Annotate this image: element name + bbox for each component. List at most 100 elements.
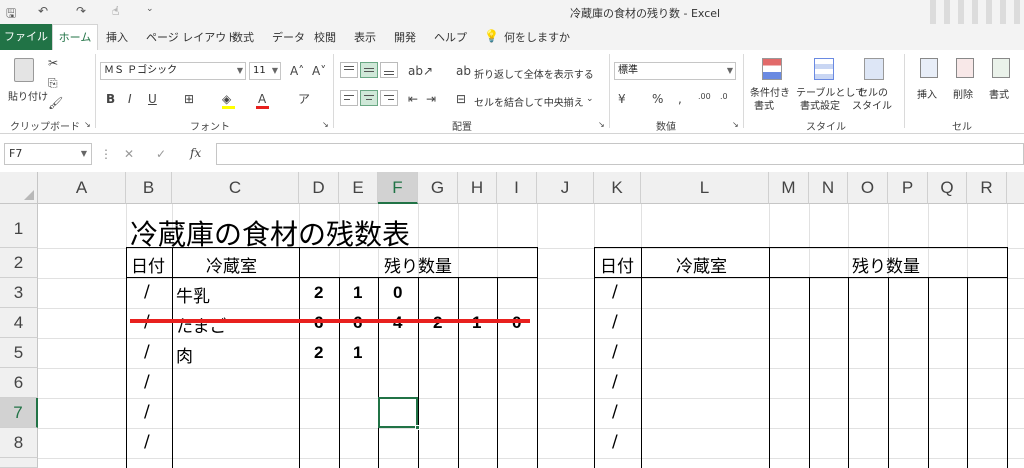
- paste-button[interactable]: 貼り付け: [8, 56, 48, 106]
- increase-decimal-icon[interactable]: .00: [698, 90, 711, 104]
- fill-color-icon[interactable]: ◈: [222, 92, 231, 106]
- font-name-select[interactable]: ＭＳ Ｐゴシック ▼: [100, 62, 246, 80]
- column-header-i[interactable]: I: [497, 172, 537, 204]
- row-header-partial[interactable]: [0, 458, 38, 468]
- date-slash: /: [612, 372, 618, 392]
- tab-developer[interactable]: 開発: [394, 29, 416, 45]
- tab-formulas[interactable]: 数式: [232, 29, 254, 45]
- fill-handle[interactable]: [415, 425, 420, 430]
- dialog-launcher-icon[interactable]: ↘: [732, 118, 739, 132]
- row-header-8[interactable]: 8: [0, 428, 38, 458]
- borders-icon[interactable]: ⊞: [184, 92, 194, 106]
- row-header-3[interactable]: 3: [0, 278, 38, 308]
- delete-cells-button[interactable]: 削除: [948, 56, 982, 112]
- enter-icon[interactable]: ✓: [156, 147, 166, 161]
- touch-mode-icon[interactable]: ☝: [112, 4, 119, 18]
- comma-icon[interactable]: ,: [678, 92, 682, 106]
- decrease-indent-icon[interactable]: ⇤: [408, 92, 418, 106]
- phonetic-icon[interactable]: ア: [298, 92, 310, 106]
- column-header-m[interactable]: M: [769, 172, 809, 204]
- percent-icon[interactable]: %: [652, 92, 663, 106]
- cell-styles-button[interactable]: セルの スタイル: [852, 56, 898, 112]
- tab-insert[interactable]: 挿入: [106, 29, 128, 45]
- row-header-4[interactable]: 4: [0, 308, 38, 338]
- font-size-select[interactable]: 11 ▼: [249, 62, 281, 80]
- format-as-table-button[interactable]: テーブルとして 書式設定: [796, 56, 865, 112]
- align-middle-button[interactable]: [360, 62, 378, 78]
- name-box[interactable]: F7 ▼: [4, 143, 92, 165]
- currency-icon[interactable]: ¥: [618, 92, 626, 106]
- tab-view[interactable]: 表示: [354, 29, 376, 45]
- dialog-launcher-icon[interactable]: ↘: [598, 118, 605, 132]
- save-icon[interactable]: 🖫: [6, 4, 16, 25]
- align-left-button[interactable]: [340, 90, 358, 106]
- align-top-button[interactable]: [340, 62, 358, 78]
- cut-icon[interactable]: ✂: [48, 56, 58, 70]
- tab-page-layout[interactable]: ページ レイアウト: [146, 29, 237, 45]
- tab-review[interactable]: 校閲: [314, 29, 336, 45]
- format-cells-button[interactable]: 書式: [984, 56, 1018, 112]
- column-header-k[interactable]: K: [594, 172, 641, 204]
- dialog-launcher-icon[interactable]: ↘: [322, 118, 329, 132]
- font-color-icon[interactable]: A: [258, 92, 266, 106]
- column-header-o[interactable]: O: [848, 172, 888, 204]
- number-format-select[interactable]: 標準 ▼: [614, 62, 736, 80]
- align-right-button[interactable]: [380, 90, 398, 106]
- row-header-2[interactable]: 2: [0, 248, 38, 278]
- bold-button[interactable]: B: [106, 92, 115, 106]
- column-header-e[interactable]: E: [339, 172, 378, 204]
- tab-help[interactable]: ヘルプ: [434, 29, 467, 45]
- column-header-r[interactable]: R: [967, 172, 1007, 204]
- column-header-b[interactable]: B: [126, 172, 172, 204]
- decrease-decimal-icon[interactable]: .0: [720, 90, 728, 104]
- tab-file[interactable]: ファイル: [0, 24, 52, 50]
- column-header-p[interactable]: P: [888, 172, 928, 204]
- column-header-h[interactable]: H: [458, 172, 497, 204]
- increase-indent-icon[interactable]: ⇥: [426, 92, 436, 106]
- dialog-launcher-icon[interactable]: ↘: [84, 118, 91, 132]
- tab-data[interactable]: データ: [272, 29, 305, 45]
- table-border: [1007, 247, 1008, 468]
- undo-icon[interactable]: ↶: [38, 4, 48, 18]
- underline-button[interactable]: U: [148, 92, 157, 106]
- copy-icon[interactable]: ⎘: [48, 76, 58, 90]
- italic-button[interactable]: I: [128, 92, 132, 106]
- delete-cells-icon: [956, 58, 974, 78]
- row-header-7[interactable]: 7: [0, 398, 38, 428]
- column-header-d[interactable]: D: [299, 172, 339, 204]
- column-header-g[interactable]: G: [418, 172, 458, 204]
- insert-cells-button[interactable]: 挿入: [912, 56, 946, 112]
- align-center-button[interactable]: [360, 90, 378, 106]
- column-header-c[interactable]: C: [172, 172, 299, 204]
- merge-center-button[interactable]: セルを結合して中央揃え: [474, 94, 584, 109]
- increase-font-icon[interactable]: A˄: [290, 64, 304, 78]
- row-header-6[interactable]: 6: [0, 368, 38, 398]
- column-header-j[interactable]: J: [537, 172, 594, 204]
- row-header-5[interactable]: 5: [0, 338, 38, 368]
- formula-input[interactable]: [216, 143, 1024, 165]
- customize-qat-icon[interactable]: ⌄: [146, 4, 154, 14]
- column-header-n[interactable]: N: [809, 172, 848, 204]
- decrease-font-icon[interactable]: A˅: [312, 64, 326, 78]
- conditional-formatting-button[interactable]: 条件付き 書式: [750, 56, 796, 112]
- orientation-icon[interactable]: ab↗: [408, 64, 433, 78]
- column-header-a[interactable]: A: [38, 172, 126, 204]
- date-slash: /: [612, 282, 618, 302]
- insert-function-icon[interactable]: fx: [190, 146, 201, 160]
- redo-icon[interactable]: ↷: [76, 4, 86, 18]
- chevron-down-icon[interactable]: ⌄: [586, 92, 594, 106]
- column-header-l[interactable]: L: [641, 172, 769, 204]
- column-header-partial[interactable]: [1007, 172, 1024, 204]
- lightbulb-icon: 💡: [484, 29, 499, 43]
- cancel-icon[interactable]: ✕: [124, 147, 134, 161]
- tell-me-box[interactable]: 何をしますか: [504, 29, 570, 45]
- align-bottom-button[interactable]: [380, 62, 398, 78]
- gridline: [38, 278, 1024, 279]
- selected-cell-f7[interactable]: [378, 397, 418, 428]
- column-header-q[interactable]: Q: [928, 172, 967, 204]
- column-header-f[interactable]: F: [378, 172, 418, 204]
- tab-home[interactable]: ホーム: [52, 24, 98, 50]
- wrap-text-button[interactable]: 折り返して全体を表示する: [474, 66, 594, 81]
- format-painter-icon[interactable]: 🖌: [48, 96, 63, 110]
- row-header-1[interactable]: 1: [0, 204, 38, 248]
